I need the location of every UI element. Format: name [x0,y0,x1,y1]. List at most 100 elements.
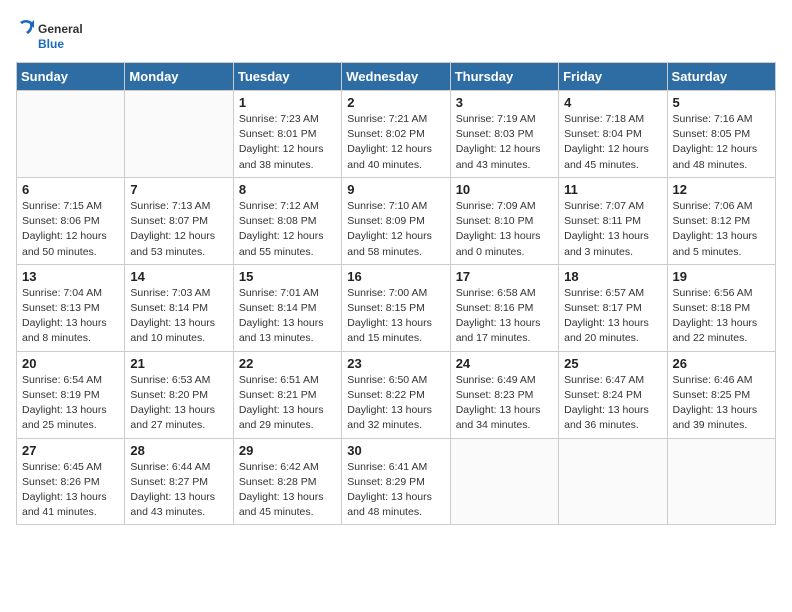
calendar-cell: 19 Sunrise: 6:56 AMSunset: 8:18 PMDayligh… [667,264,775,351]
week-row-5: 27Sunrise: 6:45 AMSunset: 8:26 PMDayligh… [17,438,776,525]
day-number: 9 [347,182,444,197]
day-number: 21 [130,356,227,371]
day-number: 29 [239,443,336,458]
day-info: Sunrise: 7:12 AMSunset: 8:08 PMDaylight:… [239,199,336,260]
day-number: 10 [456,182,553,197]
day-info: Sunrise: 7:23 AMSunset: 8:01 PMDaylight:… [239,112,336,173]
day-info-line: Daylight: 13 hours and 29 minutes. [239,404,324,431]
day-info: Sunrise: 6:53 AMSunset: 8:20 PMDaylight:… [130,373,227,434]
day-info-line: Daylight: 13 hours and 41 minutes. [22,491,107,518]
day-info: Sunrise: 6:56 AMSunset: 8:18 PMDaylight:… [673,286,770,347]
calendar-cell [559,438,667,525]
calendar-cell: 23 Sunrise: 6:50 AMSunset: 8:22 PMDayligh… [342,351,450,438]
day-info-line: Daylight: 13 hours and 25 minutes. [22,404,107,431]
calendar-cell: 3Sunrise: 7:19 AMSunset: 8:03 PMDaylight… [450,91,558,178]
day-info-line: Sunset: 8:22 PM [347,389,425,401]
day-info-line: Daylight: 13 hours and 36 minutes. [564,404,649,431]
day-info-line: Sunset: 8:13 PM [22,302,100,314]
header: General Blue [16,16,776,54]
day-number: 24 [456,356,553,371]
calendar-cell: 9Sunrise: 7:10 AMSunset: 8:09 PMDaylight… [342,177,450,264]
calendar-cell: 2Sunrise: 7:21 AMSunset: 8:02 PMDaylight… [342,91,450,178]
calendar-cell: 11Sunrise: 7:07 AMSunset: 8:11 PMDayligh… [559,177,667,264]
day-info-line: Sunset: 8:29 PM [347,476,425,488]
day-number: 19 [673,269,770,284]
day-info-line: Sunrise: 6:53 AM [130,374,210,386]
day-info-line: Sunset: 8:11 PM [564,215,641,227]
calendar-cell: 30 Sunrise: 6:41 AM Sunset: 8:29 PM Dayligh… [342,438,450,525]
day-info-line: Daylight: 13 hours and 3 minutes. [564,230,649,257]
day-info-line: Sunrise: 7:19 AM [456,113,536,125]
day-number: 7 [130,182,227,197]
day-info-line: Sunset: 8:14 PM [239,302,317,314]
day-info-line: Daylight: 13 hours and 15 minutes. [347,317,432,344]
day-info-line: Daylight: 13 hours and 13 minutes. [239,317,324,344]
day-info: Sunrise: 7:18 AMSunset: 8:04 PMDaylight:… [564,112,661,173]
day-info-line: Sunrise: 6:56 AM [673,287,753,299]
day-number: 16 [347,269,444,284]
day-info-line: Daylight: 13 hours and 45 minutes. [239,491,324,518]
day-info-line: Daylight: 13 hours and 10 minutes. [130,317,215,344]
day-number: 15 [239,269,336,284]
day-info-line: Daylight: 12 hours and 38 minutes. [239,143,324,170]
calendar-cell [667,438,775,525]
calendar-cell: 12Sunrise: 7:06 AMSunset: 8:12 PMDayligh… [667,177,775,264]
calendar-cell: 20Sunrise: 6:54 AMSunset: 8:19 PMDayligh… [17,351,125,438]
day-info: Sunrise: 7:19 AMSunset: 8:03 PMDaylight:… [456,112,553,173]
day-info-line: Sunset: 8:27 PM [130,476,208,488]
day-info-line: Sunrise: 7:06 AM [673,200,753,212]
calendar-cell: 1Sunrise: 7:23 AMSunset: 8:01 PMDaylight… [233,91,341,178]
day-info-line: Sunset: 8:14 PM [130,302,208,314]
day-info: Sunrise: 7:15 AMSunset: 8:06 PMDaylight:… [22,199,119,260]
day-info-line: Sunrise: 6:41 AM [347,461,427,473]
calendar-cell [450,438,558,525]
calendar-cell: 25Sunrise: 6:47 AMSunset: 8:24 PMDayligh… [559,351,667,438]
calendar-cell: 14Sunrise: 7:03 AMSunset: 8:14 PMDayligh… [125,264,233,351]
day-info-line: Sunset: 8:17 PM [564,302,642,314]
weekday-header-tuesday: Tuesday [233,63,341,91]
day-info-line: Sunrise: 6:54 AM [22,374,102,386]
day-info-line: Sunset: 8:01 PM [239,128,317,140]
weekday-header-saturday: Saturday [667,63,775,91]
day-info: Sunrise: 6:44 AMSunset: 8:27 PMDaylight:… [130,460,227,521]
day-info: Sunrise: 7:00 AMSunset: 8:15 PMDaylight:… [347,286,444,347]
day-info-line: Daylight: 13 hours and 22 minutes. [673,317,758,344]
day-info: Sunrise: 6:57 AMSunset: 8:17 PMDaylight:… [564,286,661,347]
calendar-cell [17,91,125,178]
day-info-line: Sunset: 8:06 PM [22,215,100,227]
day-info-line: Daylight: 13 hours and 48 minutes. [347,491,432,518]
day-info-line: Sunset: 8:23 PM [456,389,534,401]
day-info-line: Daylight: 12 hours and 55 minutes. [239,230,324,257]
day-number: 4 [564,95,661,110]
day-info: Sunrise: 6:50 AMSunset: 8:22 PMDaylight:… [347,373,444,434]
day-info-line: Daylight: 13 hours and 17 minutes. [456,317,541,344]
logo-svg: General Blue [16,16,96,54]
calendar-cell: 4 Sunrise: 7:18 AMSunset: 8:04 PMDaylight… [559,91,667,178]
day-info: Sunrise: 7:03 AM Sunset: 8:14 PM Daylight:… [130,286,227,347]
day-info: Sunrise: 7:21 AMSunset: 8:02 PMDaylight:… [347,112,444,173]
calendar-cell: 26Sunrise: 6:46 AMSunset: 8:25 PMDayligh… [667,351,775,438]
day-info-line: Sunset: 8:28 PM [239,476,317,488]
day-info-line: Daylight: 13 hours and 8 minutes. [22,317,107,344]
day-info-line: Daylight: 12 hours and 45 minutes. [564,143,649,170]
day-number: 8 [239,182,336,197]
calendar-cell: 24Sunrise: 6:49 AMSunset: 8:23 PMDayligh… [450,351,558,438]
week-row-2: 6Sunrise: 7:15 AMSunset: 8:06 PMDaylight… [17,177,776,264]
day-info-line: Sunrise: 7:12 AM [239,200,319,212]
calendar-cell: 28Sunrise: 6:44 AMSunset: 8:27 PMDayligh… [125,438,233,525]
logo: General Blue [16,16,96,54]
day-info-line: Sunset: 8:16 PM [456,302,534,314]
day-info-line: Sunrise: 7:09 AM [456,200,536,212]
day-info-line: Sunset: 8:24 PM [564,389,642,401]
day-number: 11 [564,182,661,197]
day-info-line: Sunrise: 7:01 AM [239,287,319,299]
day-info-line: Daylight: 12 hours and 58 minutes. [347,230,432,257]
day-info-line: Sunrise: 6:47 AM [564,374,644,386]
day-number: 22 [239,356,336,371]
day-info-line: Sunrise: 7:03 AM [130,287,210,299]
day-info: Sunrise: 6:51 AMSunset: 8:21 PMDaylight:… [239,373,336,434]
day-info: Sunrise: 7:04 AMSunset: 8:13 PMDaylight:… [22,286,119,347]
calendar-cell: 17Sunrise: 6:58 AMSunset: 8:16 PMDayligh… [450,264,558,351]
day-number: 23 [347,356,444,371]
day-number: 30 [347,443,444,458]
